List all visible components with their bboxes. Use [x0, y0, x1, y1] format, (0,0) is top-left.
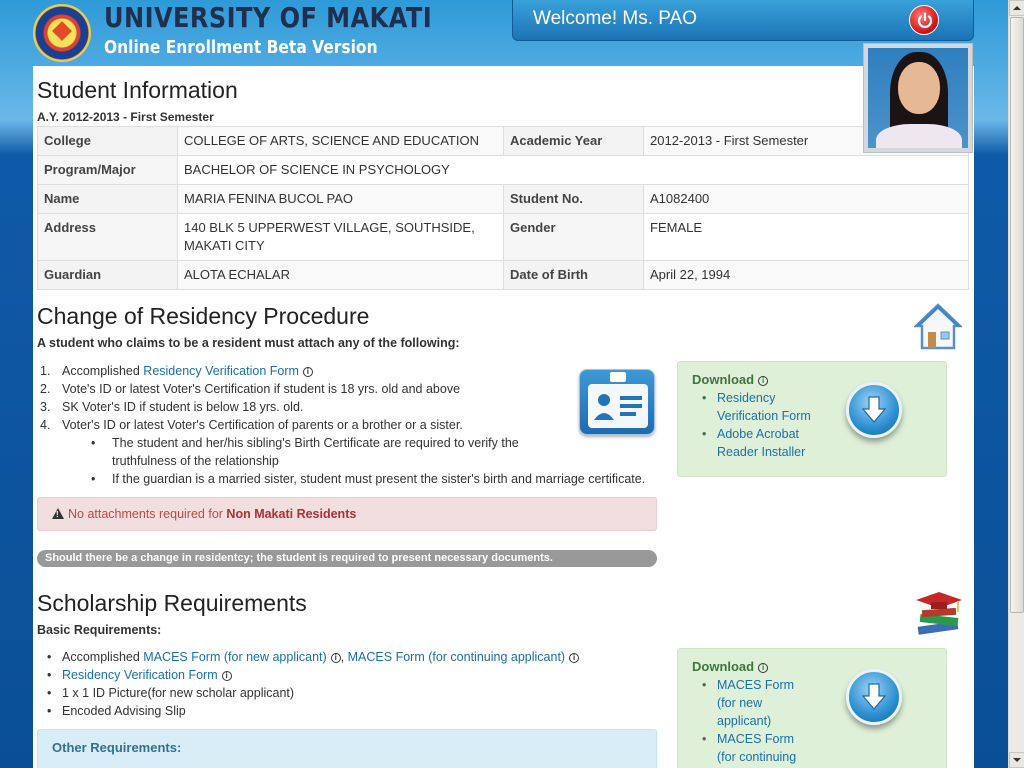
label-program: Program/Major: [37, 155, 178, 185]
residency-intro: A student who claims to be a resident mu…: [37, 336, 460, 350]
main-panel: Student Information A.Y. 2012-2013 - Fir…: [33, 66, 974, 768]
table-row: Address 140 BLK 5 UPPERWEST VILLAGE, SOU…: [37, 213, 969, 261]
residency-form-link[interactable]: Residency Verification Form: [143, 364, 299, 378]
warning-icon: [52, 508, 64, 519]
maces-new-link[interactable]: MACES Form (for new applicant): [143, 650, 326, 664]
basic-requirements-list: Accomplished MACES Form (for new applica…: [37, 648, 580, 720]
site-subtitle: Online Enrollment Beta Version: [104, 37, 378, 58]
residency-download-box: Downloadi Residency Verification Form Ad…: [677, 361, 947, 477]
books-icon: [916, 592, 962, 635]
scholarship-title: Scholarship Requirements: [37, 590, 307, 616]
other-requirements-label: Other Requirements:: [52, 740, 182, 755]
scholar-residency-form-link[interactable]: Residency Verification Form: [62, 668, 218, 682]
maces-continuing-link[interactable]: MACES Form (for continuing applicant): [348, 650, 565, 664]
list-item: Accomplished MACES Form (for new applica…: [37, 648, 580, 666]
power-icon: [917, 12, 933, 28]
chevron-down-icon: [1013, 758, 1021, 762]
download-button[interactable]: [846, 382, 902, 438]
student-info-table: College COLLEGE OF ARTS, SCIENCE AND EDU…: [37, 126, 969, 290]
welcome-bar: Welcome! Ms. PAO: [512, 0, 974, 41]
download-button[interactable]: [846, 669, 902, 725]
value-address: 140 BLK 5 UPPERWEST VILLAGE, SOUTHSIDE, …: [177, 213, 504, 261]
university-logo: [33, 4, 91, 62]
label-academic-year: Academic Year: [503, 126, 644, 156]
info-icon: i: [330, 653, 341, 663]
label-college: College: [37, 126, 178, 156]
value-guardian: ALOTA ECHALAR: [177, 260, 504, 290]
table-row: College COLLEGE OF ARTS, SCIENCE AND EDU…: [37, 126, 969, 156]
info-icon: i: [302, 367, 313, 377]
info-icon: i: [758, 376, 769, 386]
label-student-no: Student No.: [503, 184, 644, 214]
site-header: UNIVERSITY OF MAKATI Online Enrollment B…: [0, 0, 1008, 66]
download-title: Download i: [692, 659, 932, 674]
scholarship-download-box: Downloadi MACES Form (for new applicant)…: [677, 648, 947, 768]
welcome-text: Welcome! Ms. PAO: [533, 8, 697, 29]
value-date-of-birth: April 22, 1994: [643, 260, 969, 290]
list-item: Residency Verification Formi: [37, 666, 579, 684]
logout-button[interactable]: [909, 5, 939, 35]
house-icon: [914, 303, 962, 350]
info-icon: i: [221, 671, 232, 681]
list-item: 1. Accomplished Residency Verification F…: [37, 362, 657, 380]
download-arrow-icon: [862, 396, 886, 423]
download-arrow-icon: [862, 683, 886, 710]
residency-steps: 1. Accomplished Residency Verification F…: [37, 362, 657, 488]
download-acrobat-reader[interactable]: Adobe Acrobat Reader Installer: [717, 427, 805, 459]
label-name: Name: [37, 184, 178, 214]
table-row: Name MARIA FENINA BUCOL PAO Student No. …: [37, 184, 969, 214]
download-residency-form[interactable]: Residency Verification Form: [717, 391, 811, 423]
value-student-no: A1082400: [643, 184, 969, 214]
list-item: If the guardian is a married sister, stu…: [87, 470, 657, 488]
basic-requirements-label: Basic Requirements:: [37, 623, 162, 637]
university-name: UNIVERSITY OF MAKATI: [104, 1, 433, 34]
list-item: 2. Vote's ID or latest Voter's Certificat…: [40, 382, 461, 396]
download-maces-continuing[interactable]: MACES Form (for continuing applicant): [717, 732, 796, 768]
label-date-of-birth: Date of Birth: [503, 260, 644, 290]
vertical-scrollbar[interactable]: [1008, 0, 1024, 768]
non-makati-alert: No attachments required for Non Makati R…: [37, 497, 657, 531]
value-college: COLLEGE OF ARTS, SCIENCE AND EDUCATION: [177, 126, 504, 156]
info-icon: i: [569, 653, 580, 663]
value-gender: FEMALE: [643, 213, 969, 261]
value-name: MARIA FENINA BUCOL PAO: [177, 184, 504, 214]
academic-term: A.Y. 2012-2013 - First Semester: [37, 110, 214, 124]
residency-notice: Should there be a change in residentcy; …: [37, 550, 657, 567]
residency-title: Change of Residency Procedure: [37, 303, 370, 329]
value-program: BACHELOR OF SCIENCE IN PSYCHOLOGY: [177, 155, 969, 185]
student-info-title: Student Information: [37, 77, 238, 103]
scroll-up-button[interactable]: [1009, 0, 1024, 16]
other-requirements-box: Other Requirements:: [37, 729, 657, 768]
label-address: Address: [37, 213, 178, 261]
scroll-down-button[interactable]: [1009, 752, 1024, 768]
table-row: Program/Major BACHELOR OF SCIENCE IN PSY…: [37, 155, 969, 185]
download-title: Download i: [692, 372, 932, 387]
list-item: The student and her/his sibling's Birth …: [87, 434, 547, 470]
info-icon: i: [758, 663, 769, 673]
label-gender: Gender: [503, 213, 644, 261]
download-maces-new[interactable]: MACES Form (for new applicant): [717, 678, 794, 728]
label-guardian: Guardian: [37, 260, 178, 290]
list-item: 3. SK Voter's ID if student is below 18 y…: [40, 400, 304, 414]
table-row: Guardian ALOTA ECHALAR Date of Birth Apr…: [37, 260, 969, 290]
list-item: 1 x 1 ID Picture(for new scholar applica…: [37, 684, 579, 702]
chevron-up-icon: [1013, 6, 1021, 10]
list-item: Encoded Advising Slip: [37, 702, 579, 720]
student-photo: [863, 43, 973, 153]
list-item: 4. Voter's ID or latest Voter's Certifica…: [37, 416, 657, 488]
scroll-thumb[interactable]: [1010, 17, 1024, 613]
